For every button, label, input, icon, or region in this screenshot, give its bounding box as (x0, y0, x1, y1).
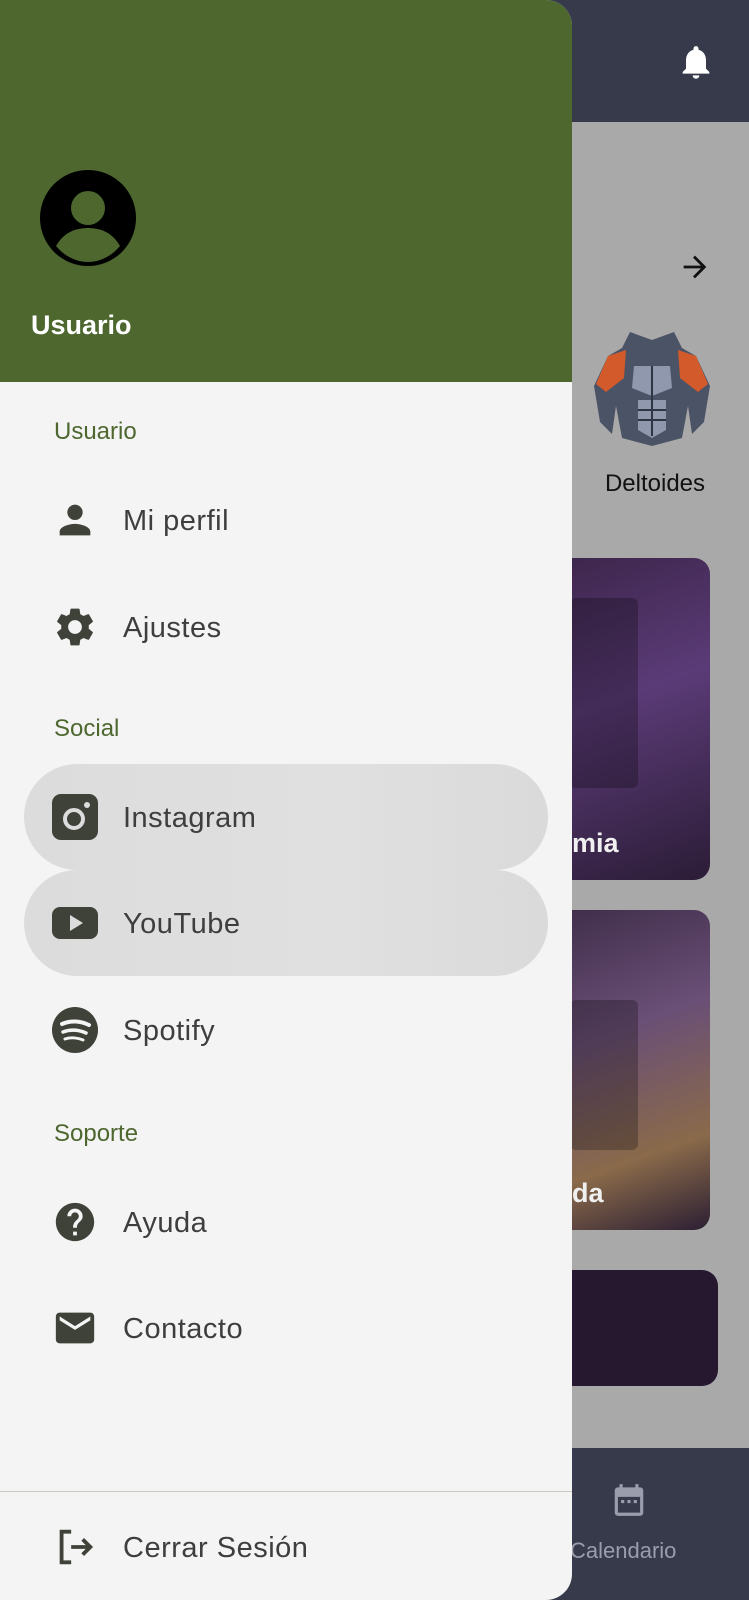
menu-item-youtube[interactable]: YouTube (24, 870, 548, 976)
help-icon (55, 1202, 95, 1242)
menu-item-label: Ayuda (123, 1207, 208, 1239)
menu-item-label: Instagram (123, 802, 257, 834)
menu-item-label: Mi perfil (123, 505, 230, 537)
menu-item-label: YouTube (123, 908, 241, 940)
menu-item-help[interactable]: Ayuda (24, 1169, 548, 1275)
gear-icon (57, 608, 93, 646)
section-label-support: Soporte (54, 1120, 139, 1147)
section-label-user: Usuario (54, 418, 137, 445)
muscle-label: Deltoides (604, 470, 706, 497)
menu-item-profile[interactable]: Mi perfil (24, 467, 548, 573)
calendar-icon[interactable] (610, 1480, 648, 1520)
drawer-divider (0, 1491, 572, 1492)
menu-item-instagram[interactable]: Instagram (24, 764, 548, 870)
card-illustration (570, 598, 638, 788)
notification-bell-icon[interactable] (676, 40, 716, 84)
logout-icon (59, 1529, 94, 1565)
mail-icon (55, 1312, 95, 1344)
card-illustration (570, 1000, 638, 1150)
muscle-body-icon[interactable] (586, 326, 718, 448)
drawer-header: Usuario (0, 0, 572, 382)
menu-item-spotify[interactable]: Spotify (24, 977, 548, 1083)
logout-button[interactable]: Cerrar Sesión (24, 1494, 548, 1600)
avatar-icon[interactable] (40, 170, 136, 266)
instagram-icon (52, 794, 98, 840)
arrow-right-icon[interactable] (676, 250, 714, 284)
menu-item-label: Ajustes (123, 612, 222, 644)
card-title: mia (572, 828, 619, 858)
person-icon (59, 504, 91, 536)
menu-item-settings[interactable]: Ajustes (24, 574, 548, 680)
menu-item-label: Contacto (123, 1313, 244, 1345)
username: Usuario (31, 310, 132, 340)
menu-item-label: Cerrar Sesión (123, 1532, 309, 1564)
card-title: da (572, 1178, 604, 1208)
menu-item-label: Spotify (123, 1015, 216, 1047)
youtube-icon (52, 907, 98, 939)
bottom-nav-calendar-label[interactable]: Calendario (570, 1538, 676, 1564)
navigation-drawer: Usuario Usuario Mi perfil Ajustes Social… (0, 0, 572, 1600)
section-label-social: Social (54, 715, 120, 742)
menu-item-contact[interactable]: Contacto (24, 1275, 548, 1381)
spotify-icon (52, 1007, 98, 1053)
